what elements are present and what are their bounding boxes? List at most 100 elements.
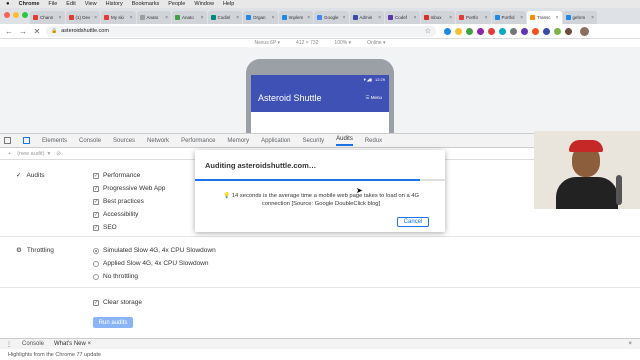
close-tab-icon[interactable]: × xyxy=(378,15,381,21)
cancel-button[interactable]: Cancel xyxy=(397,217,429,227)
close-tab-icon[interactable]: × xyxy=(94,15,97,21)
drawer-tab-console[interactable]: Console xyxy=(22,341,44,347)
extension-icon[interactable] xyxy=(444,27,451,35)
address-bar[interactable]: 🔒 asteroidshuttle.com ☆ xyxy=(46,25,436,37)
radio-icon[interactable] xyxy=(93,260,99,267)
minimize-window-button[interactable] xyxy=(13,12,19,18)
tab-memory[interactable]: Memory xyxy=(227,138,249,144)
new-audit-select[interactable]: (new audit) ▾ xyxy=(17,151,50,157)
extension-icon[interactable] xyxy=(510,27,517,35)
drawer-tab-whats-new[interactable]: What's New × xyxy=(54,341,91,347)
throttling-radio-simulated[interactable]: Simulated Slow 4G, 4x CPU Slowdown xyxy=(93,244,216,257)
extension-icon[interactable] xyxy=(488,27,495,35)
device-select[interactable]: Nexus 6P ▾ xyxy=(255,40,281,46)
audit-checkbox-best-practices[interactable]: ✓ Best practices xyxy=(93,195,165,208)
close-drawer-icon[interactable]: × xyxy=(628,341,632,347)
close-tab-icon[interactable]: × xyxy=(59,15,62,21)
menu-window[interactable]: Window xyxy=(194,1,214,7)
close-tab-icon[interactable]: × xyxy=(556,15,559,21)
checkbox-checked-icon[interactable]: ✓ xyxy=(93,224,99,231)
menu-app-name[interactable]: Chrome xyxy=(19,1,40,7)
close-tab-icon[interactable]: × xyxy=(272,15,275,21)
device-toggle-icon[interactable] xyxy=(23,137,30,144)
url-text[interactable]: asteroidshuttle.com xyxy=(61,28,109,34)
browser-tab[interactable]: Portfo × xyxy=(456,11,491,24)
audit-checkbox-seo[interactable]: ✓ SEO xyxy=(93,221,165,234)
browser-tab[interactable]: Inbox × xyxy=(420,11,455,24)
menu-history[interactable]: History xyxy=(106,1,123,7)
browser-tab[interactable]: Google × xyxy=(314,11,349,24)
close-tab-icon[interactable]: × xyxy=(201,15,204,21)
drawer-menu-icon[interactable]: ⋮ xyxy=(6,341,12,348)
extension-icon[interactable] xyxy=(565,27,572,35)
close-window-button[interactable] xyxy=(4,12,10,18)
menu-help[interactable]: Help xyxy=(223,1,234,7)
browser-tab[interactable]: Codef × xyxy=(385,11,420,24)
checkbox-checked-icon[interactable]: ✓ xyxy=(93,299,99,306)
tab-redux[interactable]: Redux xyxy=(365,138,382,144)
audit-checkbox-accessibility[interactable]: ✓ Accessibility xyxy=(93,208,165,221)
extension-icon[interactable] xyxy=(466,27,473,35)
browser-tab[interactable]: Organ × xyxy=(243,11,278,24)
close-tab-icon[interactable]: × xyxy=(449,15,452,21)
close-tab-icon[interactable]: × xyxy=(307,15,310,21)
menu-bookmarks[interactable]: Bookmarks xyxy=(132,1,160,7)
browser-tab[interactable]: My ski × xyxy=(101,11,136,24)
stop-loading-button[interactable]: ✕ xyxy=(32,27,42,36)
extension-icon[interactable] xyxy=(554,27,561,35)
tab-performance[interactable]: Performance xyxy=(181,138,215,144)
tab-console[interactable]: Console xyxy=(79,138,101,144)
checkbox-checked-icon[interactable]: ✓ xyxy=(93,198,99,205)
throttling-radio-applied[interactable]: Applied Slow 4G, 4x CPU Slowdown xyxy=(93,257,216,270)
browser-tab[interactable]: Chann × xyxy=(30,11,65,24)
close-tab-icon[interactable]: × xyxy=(414,15,417,21)
close-tab-icon[interactable]: × xyxy=(165,15,168,21)
network-select[interactable]: Online ▾ xyxy=(367,40,385,46)
menu-view[interactable]: View xyxy=(85,1,97,7)
back-button[interactable]: ← xyxy=(4,27,14,36)
close-tab-icon[interactable]: × xyxy=(485,15,488,21)
extension-icon[interactable] xyxy=(532,27,539,35)
forward-button[interactable]: → xyxy=(18,27,28,36)
close-tab-icon[interactable]: × xyxy=(130,15,133,21)
radio-icon[interactable] xyxy=(93,273,99,280)
menu-people[interactable]: People xyxy=(168,1,185,7)
close-tab-icon[interactable]: × xyxy=(591,15,594,21)
audit-checkbox-pwa[interactable]: ✓ Progressive Web App xyxy=(93,182,165,195)
add-icon[interactable]: + xyxy=(8,151,11,157)
browser-tab[interactable]: Implem × xyxy=(278,11,313,24)
browser-tab[interactable]: Codinl × xyxy=(207,11,242,24)
audit-checkbox-performance[interactable]: ✓ Performance xyxy=(93,169,165,182)
inspect-icon[interactable] xyxy=(4,137,11,144)
checkbox-checked-icon[interactable]: ✓ xyxy=(93,211,99,218)
browser-tab[interactable]: Anato × xyxy=(172,11,207,24)
tab-elements[interactable]: Elements xyxy=(42,138,67,144)
close-tab-icon[interactable]: × xyxy=(236,15,239,21)
browser-tab[interactable]: (1) Dev × xyxy=(65,11,100,24)
extension-icon[interactable] xyxy=(521,27,528,35)
tab-security[interactable]: Security xyxy=(302,138,324,144)
apple-icon[interactable]: ● xyxy=(6,1,10,7)
tab-sources[interactable]: Sources xyxy=(113,138,135,144)
browser-tab[interactable]: Anato × xyxy=(136,11,171,24)
close-tab-icon[interactable]: × xyxy=(520,15,523,21)
profile-avatar[interactable] xyxy=(580,26,589,36)
run-audits-button[interactable]: Run audits xyxy=(93,317,133,328)
checkbox-checked-icon[interactable]: ✓ xyxy=(93,185,99,192)
browser-tab[interactable]: Admin × xyxy=(349,11,384,24)
close-tab-icon[interactable]: × xyxy=(343,15,346,21)
clear-storage-checkbox[interactable]: ✓ Clear storage xyxy=(93,296,142,309)
radio-selected-icon[interactable] xyxy=(93,247,99,254)
tab-application[interactable]: Application xyxy=(261,138,290,144)
menu-button[interactable]: ☰ Menu xyxy=(365,95,382,101)
bookmark-star-icon[interactable]: ☆ xyxy=(425,27,431,35)
browser-tab[interactable]: Transc × xyxy=(527,11,562,24)
tab-network[interactable]: Network xyxy=(147,138,169,144)
checkbox-checked-icon[interactable]: ✓ xyxy=(93,172,99,179)
extension-icon[interactable] xyxy=(543,27,550,35)
tab-audits[interactable]: Audits xyxy=(336,136,353,146)
zoom-window-button[interactable] xyxy=(22,12,28,18)
zoom-select[interactable]: 100% ▾ xyxy=(334,40,351,46)
menu-edit[interactable]: Edit xyxy=(66,1,75,7)
menu-file[interactable]: File xyxy=(48,1,57,7)
